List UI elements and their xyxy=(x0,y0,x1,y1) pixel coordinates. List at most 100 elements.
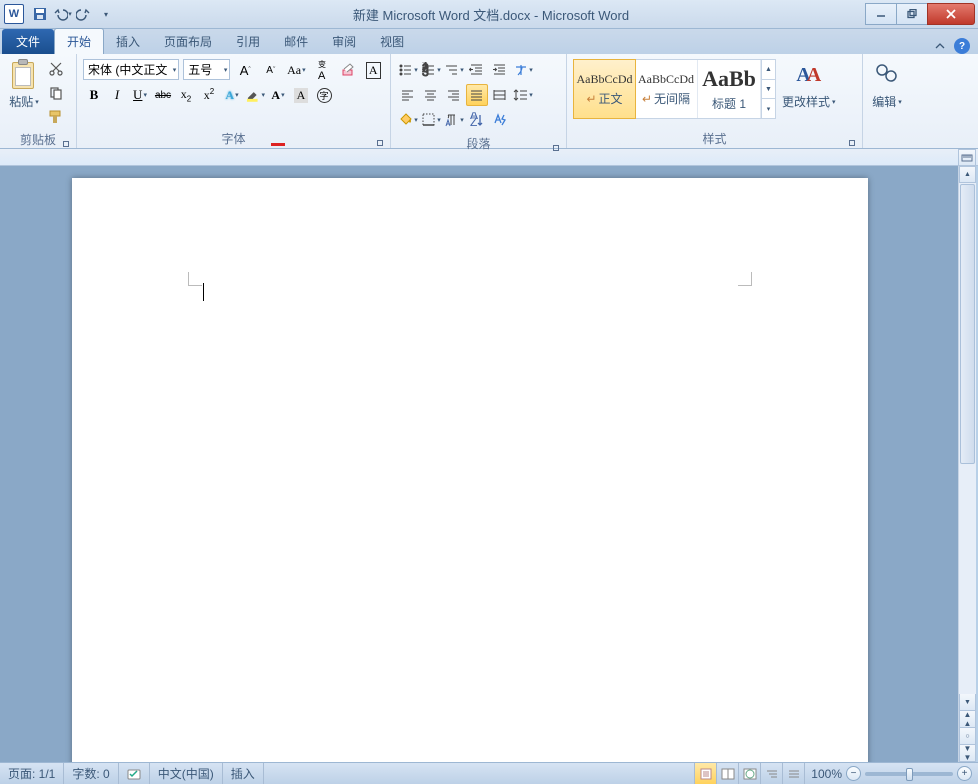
tab-home[interactable]: 开始 xyxy=(54,28,104,54)
bullets-button[interactable]: ▾ xyxy=(397,59,419,81)
outline-view[interactable] xyxy=(760,763,782,784)
tab-page-layout[interactable]: 页面布局 xyxy=(152,29,224,54)
text-effects-button[interactable]: A▾ xyxy=(221,84,243,106)
browse-object-button[interactable]: ○ xyxy=(959,728,976,745)
style-normal[interactable]: AaBbCcDd ↵正文 xyxy=(573,59,636,119)
tab-view[interactable]: 视图 xyxy=(368,29,416,54)
maximize-button[interactable] xyxy=(896,3,928,25)
draft-view[interactable] xyxy=(782,763,804,784)
zoom-slider[interactable] xyxy=(865,772,953,776)
italic-button[interactable]: I xyxy=(106,84,128,106)
font-family-value: 宋体 (中文正文 xyxy=(88,61,167,78)
editing-button[interactable]: 编辑▾ xyxy=(867,56,907,113)
qat-customize-button[interactable]: ▾ xyxy=(96,4,116,24)
strikethrough-button[interactable]: abc xyxy=(152,84,174,106)
shading-button[interactable]: ▾ xyxy=(397,109,419,131)
word-count-status[interactable]: 字数: 0 xyxy=(64,763,118,784)
gallery-more-button[interactable]: ▾ xyxy=(762,99,775,118)
line-spacing-button[interactable]: ▾ xyxy=(512,84,534,106)
character-shading-button[interactable]: A xyxy=(290,84,312,106)
ruler-toggle-button[interactable] xyxy=(958,149,976,166)
zoom-level[interactable]: 100% xyxy=(811,767,842,781)
vertical-scrollbar[interactable]: ▲ ▼ ▲▲ ○ ▼▼ xyxy=(958,166,976,762)
minimize-ribbon-icon[interactable] xyxy=(932,38,948,54)
copy-button[interactable] xyxy=(45,82,67,104)
font-family-combo[interactable]: 宋体 (中文正文▾ xyxy=(83,59,179,80)
gallery-nav: ▲ ▼ ▾ xyxy=(761,60,775,118)
window-controls xyxy=(866,3,975,25)
undo-button[interactable]: ▾ xyxy=(52,4,72,24)
phonetic-guide-button[interactable]: 变A xyxy=(311,59,333,81)
multilevel-list-button[interactable]: ▾ xyxy=(443,59,465,81)
insert-mode-status[interactable]: 插入 xyxy=(223,763,264,784)
window-title: 新建 Microsoft Word 文档.docx - Microsoft Wo… xyxy=(116,5,866,24)
style-heading-1[interactable]: AaBb 标题 1 xyxy=(698,60,761,118)
scroll-thumb[interactable] xyxy=(960,184,975,464)
previous-page-button[interactable]: ▲▲ xyxy=(959,711,976,728)
file-tab[interactable]: 文件 xyxy=(2,29,54,54)
character-border-button[interactable]: A xyxy=(362,59,384,81)
underline-button[interactable]: U▾ xyxy=(129,84,151,106)
zoom-out-button[interactable]: − xyxy=(846,766,861,781)
sort-button[interactable]: AZ xyxy=(466,109,488,131)
tab-references[interactable]: 引用 xyxy=(224,29,272,54)
style-no-spacing[interactable]: AaBbCcDd ↵无间隔 xyxy=(635,60,698,118)
show-marks-button[interactable] xyxy=(489,109,511,131)
align-justify-button[interactable] xyxy=(466,84,488,106)
minimize-button[interactable] xyxy=(865,3,897,25)
subscript-button[interactable]: x2 xyxy=(175,84,197,106)
close-button[interactable] xyxy=(927,3,975,25)
scroll-up-button[interactable]: ▲ xyxy=(959,166,976,183)
paragraph-dialog-launcher[interactable] xyxy=(548,140,560,152)
help-button[interactable]: ? xyxy=(954,38,970,54)
enclose-characters-button[interactable]: 字 xyxy=(313,84,335,106)
tab-review[interactable]: 审阅 xyxy=(320,29,368,54)
distributed-button[interactable] xyxy=(489,84,511,106)
change-styles-button[interactable]: AA 更改样式▾ xyxy=(778,56,840,113)
language-status[interactable]: 中文(中国) xyxy=(150,763,223,784)
document-area[interactable] xyxy=(0,166,958,762)
font-color-button[interactable]: A▾ xyxy=(267,84,289,106)
borders-button[interactable]: ▾ xyxy=(420,109,442,131)
align-left-button[interactable] xyxy=(397,84,419,106)
save-button[interactable] xyxy=(30,4,50,24)
print-layout-view[interactable] xyxy=(694,763,716,784)
scroll-down-button[interactable]: ▼ xyxy=(959,694,976,711)
styles-dialog-launcher[interactable] xyxy=(844,135,856,147)
shrink-font-button[interactable]: Aˇ xyxy=(260,59,282,81)
font-dialog-launcher[interactable] xyxy=(372,135,384,147)
next-page-button[interactable]: ▼▼ xyxy=(959,745,976,762)
superscript-button[interactable]: x2 xyxy=(198,84,220,106)
tab-insert[interactable]: 插入 xyxy=(104,29,152,54)
text-direction-button[interactable]: ▾ xyxy=(443,109,465,131)
zoom-in-button[interactable]: + xyxy=(957,766,972,781)
full-screen-view[interactable] xyxy=(716,763,738,784)
ribbon-tabs: 文件 开始 插入 页面布局 引用 邮件 审阅 视图 ? xyxy=(0,29,978,54)
align-center-button[interactable] xyxy=(420,84,442,106)
web-layout-view[interactable] xyxy=(738,763,760,784)
clear-formatting-button[interactable] xyxy=(337,59,359,81)
document-page[interactable] xyxy=(72,178,868,762)
cut-button[interactable] xyxy=(45,58,67,80)
paste-button[interactable]: 粘贴▾ xyxy=(4,56,44,113)
bold-button[interactable]: B xyxy=(83,84,105,106)
zoom-slider-thumb[interactable] xyxy=(906,768,913,781)
proofing-status[interactable] xyxy=(119,763,150,784)
redo-button[interactable] xyxy=(74,4,94,24)
gallery-up-button[interactable]: ▲ xyxy=(762,60,775,80)
align-right-button[interactable] xyxy=(443,84,465,106)
numbering-button[interactable]: 123▾ xyxy=(420,59,442,81)
page-number-status[interactable]: 页面: 1/1 xyxy=(0,763,64,784)
change-case-button[interactable]: Aa▾ xyxy=(286,59,308,81)
increase-indent-button[interactable] xyxy=(489,59,511,81)
decrease-indent-button[interactable] xyxy=(466,59,488,81)
clipboard-dialog-launcher[interactable] xyxy=(58,136,70,148)
gallery-down-button[interactable]: ▼ xyxy=(762,80,775,100)
asian-layout-button[interactable]: ▾ xyxy=(512,59,534,81)
grow-font-button[interactable]: Aˆ xyxy=(234,59,256,81)
highlight-button[interactable]: ▾ xyxy=(244,84,266,106)
format-painter-button[interactable] xyxy=(45,106,67,128)
tab-mailings[interactable]: 邮件 xyxy=(272,29,320,54)
font-size-combo[interactable]: 五号▾ xyxy=(183,59,230,80)
style-preview: AaBbCcDd xyxy=(577,72,633,87)
